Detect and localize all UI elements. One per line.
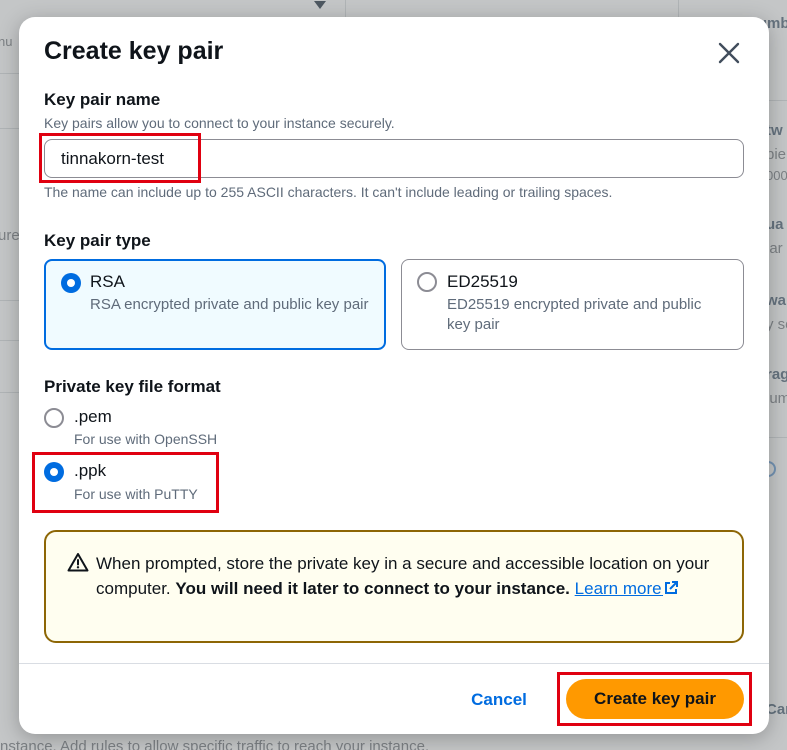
key-pair-name-input[interactable]: [44, 139, 744, 178]
key-pair-name-label: Key pair name: [44, 90, 161, 109]
key-type-option-ed25519[interactable]: ED25519 ED25519 encrypted private and pu…: [401, 259, 744, 350]
dialog-title: Create key pair: [44, 37, 224, 65]
rsa-title: RSA: [90, 272, 125, 291]
alert-text-bold: You will need it later to connect to you…: [175, 579, 570, 598]
close-icon: [718, 42, 740, 64]
ppk-radio[interactable]: [44, 462, 64, 482]
alert-message: When prompted, store the private key in …: [96, 551, 716, 601]
rsa-radio[interactable]: [61, 273, 81, 293]
pem-description: For use with OpenSSH: [74, 431, 218, 447]
ppk-description: For use with PuTTY: [74, 486, 198, 502]
create-key-pair-button[interactable]: Create key pair: [566, 679, 744, 719]
key-pair-name-description: Key pairs allow you to connect to your i…: [44, 115, 395, 131]
learn-more-label: Learn more: [574, 579, 662, 598]
warning-icon: [67, 553, 89, 572]
ed25519-title: ED25519: [447, 272, 518, 291]
ppk-title[interactable]: .ppk: [74, 461, 106, 481]
rsa-description: RSA encrypted private and public key pai…: [90, 296, 369, 313]
key-pair-type-label: Key pair type: [44, 231, 151, 250]
ed25519-description: ED25519 encrypted private and public key…: [447, 296, 702, 333]
key-pair-name-hint: The name can include up to 255 ASCII cha…: [44, 184, 613, 200]
cancel-button[interactable]: Cancel: [459, 684, 539, 716]
pem-title[interactable]: .pem: [74, 407, 112, 427]
ed25519-radio[interactable]: [417, 272, 437, 292]
footer-divider: [19, 663, 769, 664]
close-button[interactable]: [715, 39, 743, 67]
private-key-format-label: Private key file format: [44, 377, 221, 396]
learn-more-link[interactable]: Learn more: [575, 579, 679, 598]
key-type-option-rsa[interactable]: RSA RSA encrypted private and public key…: [44, 259, 386, 350]
pem-radio[interactable]: [44, 408, 64, 428]
warning-alert: When prompted, store the private key in …: [44, 530, 744, 643]
create-key-pair-dialog: Create key pair Key pair name Key pairs …: [19, 17, 769, 734]
external-link-icon: [665, 581, 679, 594]
